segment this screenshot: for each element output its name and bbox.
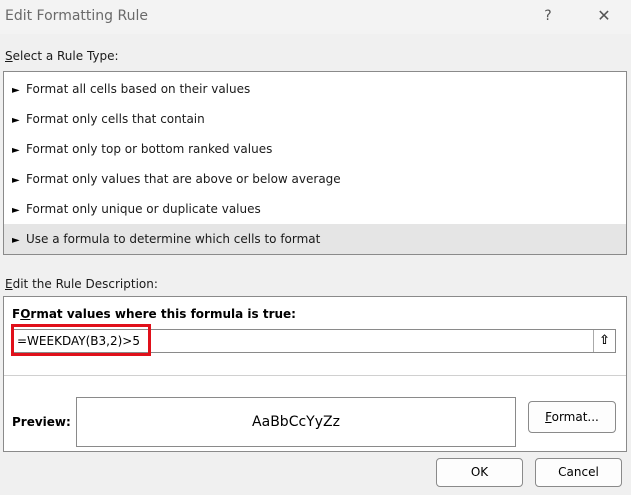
dialog-title: Edit Formatting Rule xyxy=(5,8,148,24)
rule-description-panel: FOrmat values where this formula is true… xyxy=(3,296,627,452)
close-icon[interactable]: ✕ xyxy=(592,4,616,28)
divider xyxy=(4,375,626,376)
formula-label-text: rmat values where this formula is true: xyxy=(30,307,296,321)
formula-label: FOrmat values where this formula is true… xyxy=(12,307,296,321)
preview-label: Preview: xyxy=(12,415,71,429)
format-button[interactable]: Format... xyxy=(528,401,616,433)
rule-type-item-label: Format all cells based on their values xyxy=(26,82,251,96)
triangle-right-icon: ► xyxy=(12,85,20,96)
rule-type-item[interactable]: ► Format only unique or duplicate values xyxy=(4,194,626,224)
formula-highlight-box xyxy=(11,324,151,356)
triangle-right-icon: ► xyxy=(12,235,20,246)
triangle-right-icon: ► xyxy=(12,205,20,216)
rule-type-item-label: Format only values that are above or bel… xyxy=(26,172,341,186)
cancel-button[interactable]: Cancel xyxy=(535,458,622,487)
rule-type-label-accesskey: S xyxy=(5,49,13,63)
rule-type-item-selected[interactable]: ► Use a formula to determine which cells … xyxy=(4,224,626,254)
triangle-right-icon: ► xyxy=(12,175,20,186)
rule-type-item[interactable]: ► Format all cells based on their values xyxy=(4,74,626,104)
triangle-right-icon: ► xyxy=(12,145,20,156)
rule-type-item-label: Use a formula to determine which cells t… xyxy=(26,232,321,246)
preview-sample: AaBbCcYyZz xyxy=(252,414,340,430)
ok-button[interactable]: OK xyxy=(436,458,523,487)
rule-type-item-label: Format only cells that contain xyxy=(26,112,205,126)
help-icon[interactable]: ? xyxy=(536,4,560,28)
rule-type-list[interactable]: ► Format all cells based on their values … xyxy=(3,71,627,255)
rule-description-label: Edit the Rule Description: xyxy=(5,277,158,291)
format-button-label: ormat... xyxy=(551,410,599,424)
formula-label-accesskey: O xyxy=(20,307,31,321)
rule-type-item-label: Format only top or bottom ranked values xyxy=(26,142,273,156)
rule-type-item[interactable]: ► Format only top or bottom ranked values xyxy=(4,134,626,164)
rule-type-item[interactable]: ► Format only values that are above or be… xyxy=(4,164,626,194)
rule-type-item-label: Format only unique or duplicate values xyxy=(26,202,261,216)
rule-description-label-text: dit the Rule Description: xyxy=(12,277,158,291)
collapse-dialog-icon[interactable]: ⇧ xyxy=(593,330,615,352)
rule-type-item[interactable]: ► Format only cells that contain xyxy=(4,104,626,134)
triangle-right-icon: ► xyxy=(12,115,20,126)
rule-type-label: Select a Rule Type: xyxy=(5,49,119,63)
title-bar: Edit Formatting Rule ? ✕ xyxy=(0,0,631,34)
rule-type-label-text: elect a Rule Type: xyxy=(12,49,119,63)
preview-box: AaBbCcYyZz xyxy=(76,397,516,447)
formula-label-prefix: F xyxy=(12,307,21,321)
rule-description-label-accesskey: E xyxy=(5,277,13,291)
